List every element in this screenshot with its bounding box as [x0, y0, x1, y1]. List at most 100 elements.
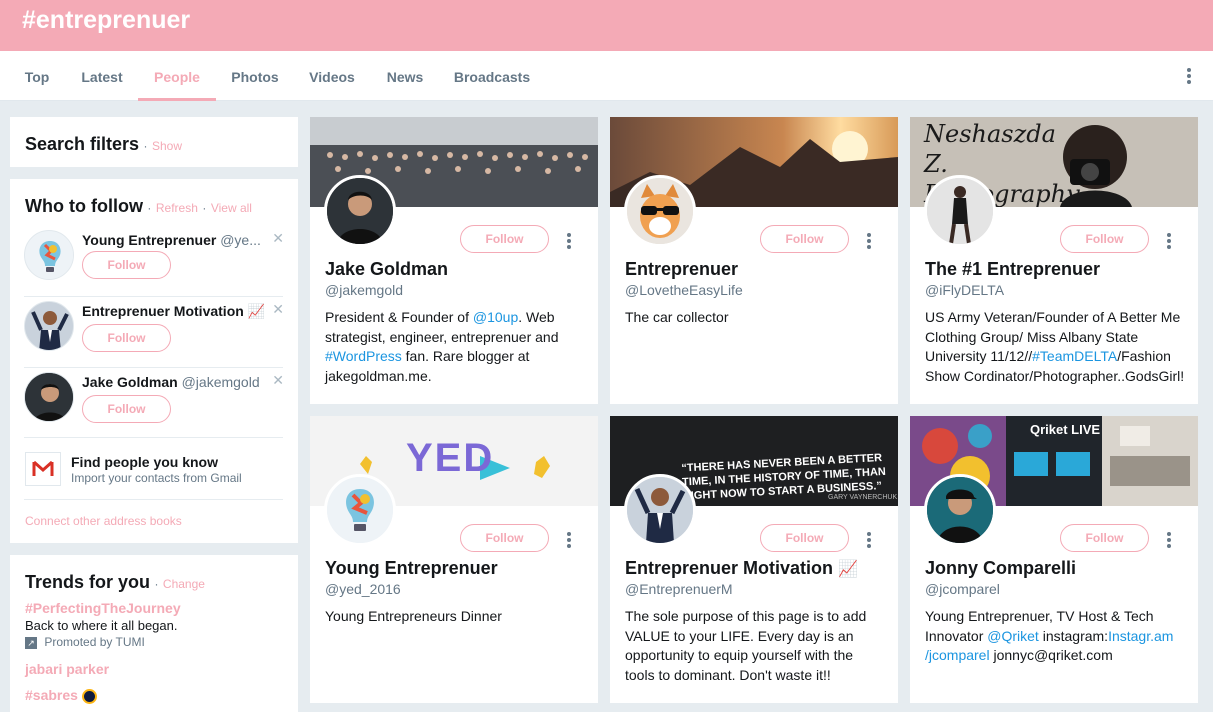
list-item: Young Entreprenuer @ye... ✕ Follow — [24, 230, 284, 290]
avatar[interactable] — [24, 230, 74, 280]
profile-name[interactable]: Jonny Comparelli — [925, 558, 1076, 579]
chart-increasing-icon: 📈 — [247, 303, 266, 319]
profile-card[interactable]: Follow Jake Goldman @jakemgold President… — [310, 117, 598, 404]
man-portrait-icon — [327, 178, 393, 244]
banner-text: YED — [406, 436, 495, 480]
list-item: Entreprenuer Motivation 📈 ✕ Follow — [24, 301, 284, 361]
profile-bio: The sole purpose of this page is to add … — [625, 608, 867, 683]
show-filters-link[interactable]: Show — [152, 139, 182, 153]
user-name[interactable]: Jake Goldman — [82, 374, 178, 390]
follow-button[interactable]: Follow — [460, 225, 549, 253]
more-options-icon[interactable] — [1167, 532, 1171, 548]
trend-description: Back to where it all began. — [25, 618, 178, 633]
chart-increasing-icon: 📈 — [838, 561, 858, 578]
profile-handle: @iFlyDELTA — [925, 282, 1005, 298]
follow-button[interactable]: Follow — [82, 395, 171, 423]
woman-portrait-icon — [927, 178, 993, 244]
profile-name[interactable]: Jake Goldman — [325, 259, 448, 280]
view-all-link[interactable]: View all — [211, 201, 252, 215]
dismiss-icon[interactable]: ✕ — [272, 301, 284, 318]
search-query-title: #entreprenuer — [22, 6, 191, 34]
connect-address-books-link[interactable]: Connect other address books — [25, 514, 182, 528]
man-in-suit-icon — [627, 477, 693, 543]
banner-text: Qriket LIVE — [1030, 422, 1101, 437]
tab-people[interactable]: People — [138, 51, 216, 101]
search-filters-panel: Search filters · Show — [10, 117, 298, 167]
hashtag-link[interactable]: #WordPress — [325, 348, 402, 364]
avatar[interactable] — [624, 474, 696, 546]
tab-broadcasts[interactable]: Broadcasts — [446, 51, 538, 101]
profile-card[interactable]: YED Follow Young Entreprenuer @yed_2016 … — [310, 416, 598, 703]
profile-card[interactable]: Neshaszda Z. Photography Follow The #1 E… — [910, 117, 1198, 404]
lightbulb-logo-icon — [327, 477, 393, 543]
follow-button[interactable]: Follow — [1060, 524, 1149, 552]
dismiss-icon[interactable]: ✕ — [272, 372, 284, 389]
profile-name[interactable]: Entreprenuer Motivation — [625, 558, 833, 578]
hashtag-header: #entreprenuer — [0, 0, 1213, 51]
follow-button[interactable]: Follow — [460, 524, 549, 552]
avatar[interactable] — [24, 372, 74, 422]
profile-bio: US Army Veteran/Founder of A Better Me C… — [925, 309, 1185, 384]
avatar[interactable] — [324, 175, 396, 247]
avatar[interactable] — [24, 301, 74, 351]
trend-item[interactable]: #sabres — [25, 687, 78, 703]
who-to-follow-title: Who to follow — [25, 196, 143, 216]
list-item: Jake Goldman @jakemgold ✕ Follow — [24, 372, 284, 432]
hashtag-link[interactable]: #TeamDELTA — [1032, 348, 1117, 364]
trend-item[interactable]: #PerfectingTheJourney — [25, 600, 181, 616]
profile-bio: Young Entreprenuer, TV Host & Tech Innov… — [925, 608, 1174, 663]
user-name[interactable]: Young Entreprenuer — [82, 232, 216, 248]
avatar[interactable] — [324, 474, 396, 546]
profile-name[interactable]: Young Entreprenuer — [325, 558, 498, 579]
follow-button[interactable]: Follow — [1060, 225, 1149, 253]
more-options-icon[interactable] — [867, 532, 871, 548]
tab-top[interactable]: Top — [15, 51, 59, 101]
avatar[interactable] — [924, 474, 996, 546]
more-options-icon[interactable] — [1167, 233, 1171, 249]
profile-handle: @yed_2016 — [325, 581, 401, 597]
mention-link[interactable]: @10up — [473, 309, 518, 325]
more-options-icon[interactable] — [567, 233, 571, 249]
user-name[interactable]: Entreprenuer Motivation — [82, 303, 244, 319]
tab-latest[interactable]: Latest — [72, 51, 132, 101]
profile-bio: Young Entrepreneurs Dinner — [325, 608, 502, 624]
banner-author: GARY VAYNERCHUK — [828, 494, 898, 501]
follow-button[interactable]: Follow — [760, 225, 849, 253]
find-people-subtitle: Import your contacts from Gmail — [71, 471, 242, 485]
trend-item[interactable]: jabari parker — [25, 661, 109, 677]
more-options-icon[interactable] — [867, 233, 871, 249]
avatar[interactable] — [624, 175, 696, 247]
profile-handle: @LovetheEasyLife — [625, 282, 743, 298]
tab-photos[interactable]: Photos — [222, 51, 288, 101]
man-with-cap-icon — [927, 477, 993, 543]
follow-button[interactable]: Follow — [760, 524, 849, 552]
trends-title: Trends for you — [25, 572, 151, 592]
trends-panel: Trends for you · Change #PerfectingTheJo… — [10, 555, 298, 712]
gmail-icon[interactable] — [25, 452, 61, 486]
more-options-icon[interactable] — [1187, 68, 1191, 84]
user-handle: @jakemgold — [181, 374, 260, 390]
promoted-icon: ↗ — [25, 636, 37, 649]
profile-bio: President & Founder of @10up. Web strate… — [325, 309, 559, 384]
find-people-title[interactable]: Find people you know — [71, 454, 218, 470]
change-trends-link[interactable]: Change — [163, 577, 205, 591]
profile-card[interactable]: Follow Entreprenuer @LovetheEasyLife The… — [610, 117, 898, 404]
follow-button[interactable]: Follow — [82, 324, 171, 352]
more-options-icon[interactable] — [567, 532, 571, 548]
promoted-label: Promoted by TUMI — [44, 635, 145, 649]
who-to-follow-panel: Who to follow · Refresh · View all Young… — [10, 179, 298, 543]
lightbulb-logo-icon — [26, 232, 73, 279]
dismiss-icon[interactable]: ✕ — [272, 230, 284, 247]
profile-card[interactable]: Qriket LIVE Follow Jonny Comparelli @jco… — [910, 416, 1198, 703]
follow-button[interactable]: Follow — [82, 251, 171, 279]
mention-link[interactable]: @Qriket — [987, 628, 1039, 644]
tab-videos[interactable]: Videos — [300, 51, 364, 101]
avatar[interactable] — [924, 175, 996, 247]
profile-handle: @jcomparel — [925, 581, 1000, 597]
profile-handle: @jakemgold — [325, 282, 404, 298]
refresh-link[interactable]: Refresh — [156, 201, 198, 215]
profile-card[interactable]: “THERE HAS NEVER BEEN A BETTER TIME, IN … — [610, 416, 898, 703]
profile-name[interactable]: Entreprenuer — [625, 259, 738, 280]
profile-name[interactable]: The #1 Entreprenuer — [925, 259, 1100, 280]
tab-news[interactable]: News — [378, 51, 432, 101]
